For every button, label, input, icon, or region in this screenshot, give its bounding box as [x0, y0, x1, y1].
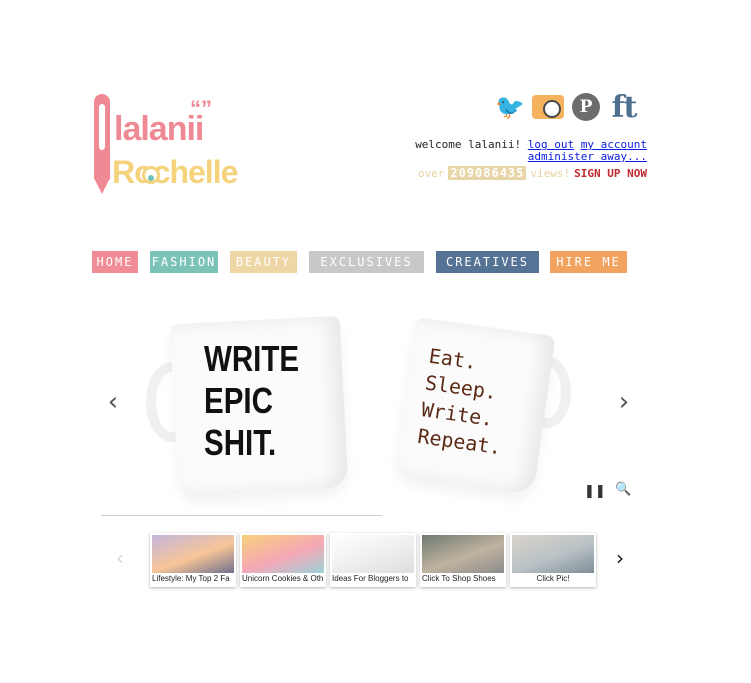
- thumb-item[interactable]: Click Pic!: [510, 533, 596, 587]
- thumb-caption: Unicorn Cookies & Oth: [242, 574, 324, 583]
- nav-creatives[interactable]: CREATIVES: [436, 251, 539, 273]
- nav-home[interactable]: HOME: [92, 251, 138, 273]
- featured-slider: ‹ › WRITE EPIC SHIT. Eat. Sleep. Write. …: [100, 300, 644, 516]
- mug-right-text: Eat. Sleep. Write. Repeat.: [416, 343, 503, 460]
- views-suffix: views!: [530, 166, 571, 180]
- facebook-tumblr-icon[interactable]: ft: [608, 90, 640, 125]
- thumb-caption: Lifestyle: My Top 2 Fa: [152, 574, 230, 583]
- thumbnail-strip: Lifestyle: My Top 2 Fa Unicorn Cookies &…: [150, 533, 598, 589]
- slider-next-button[interactable]: ›: [615, 387, 633, 417]
- thumb-image: [332, 535, 414, 573]
- thumb-item[interactable]: Click To Shop Shoes: [420, 533, 506, 587]
- nav-exclusives[interactable]: EXCLUSIVES: [309, 251, 424, 273]
- signup-link[interactable]: SIGN UP NOW: [574, 167, 647, 180]
- thumb-caption: Click To Shop Shoes: [422, 574, 496, 583]
- nav-beauty[interactable]: BEAUTY: [230, 251, 297, 273]
- camera-icon[interactable]: [532, 92, 564, 122]
- slider-progress-line: [101, 515, 382, 516]
- views-counter: over 209086435 views! SIGN UP NOW: [418, 166, 647, 180]
- slider-prev-button[interactable]: ‹: [104, 387, 122, 417]
- social-icons: 🐦 P ft: [494, 90, 640, 125]
- thumb-caption: Click Pic!: [536, 574, 570, 583]
- views-prefix: over: [417, 166, 445, 180]
- logo-quote: “”: [190, 96, 212, 121]
- pinterest-icon[interactable]: P: [570, 92, 602, 122]
- thumbs-prev-button[interactable]: ‹: [116, 546, 124, 570]
- page: lalanii “” Rochelle 🐦 P ft welcome lalan…: [0, 0, 751, 683]
- administer-link[interactable]: administer away...: [528, 150, 647, 163]
- site-logo[interactable]: lalanii “” Rochelle: [90, 92, 290, 196]
- mug-write-epic[interactable]: WRITE EPIC SHIT.: [146, 315, 349, 500]
- nav-fashion[interactable]: FASHION: [150, 251, 218, 273]
- thumb-caption: Ideas For Bloggers to: [332, 574, 409, 583]
- views-count: 209086435: [448, 166, 527, 180]
- thumb-item[interactable]: Unicorn Cookies & Oth: [240, 533, 326, 587]
- account-box: welcome lalanii! log out my account admi…: [415, 139, 647, 163]
- thumb-image: [242, 535, 324, 573]
- pen-icon: [94, 94, 110, 194]
- nav-hire-me[interactable]: HIRE ME: [550, 251, 627, 273]
- thumb-item[interactable]: Ideas For Bloggers to: [330, 533, 416, 587]
- thumb-image: [152, 535, 234, 573]
- mug-eat-sleep[interactable]: Eat. Sleep. Write. Repeat.: [394, 317, 575, 496]
- thumb-image: [422, 535, 504, 573]
- slider-zoom-button[interactable]: 🔍: [615, 482, 631, 497]
- mug-left-text: WRITE EPIC SHIT.: [204, 338, 300, 463]
- thumb-item[interactable]: Lifestyle: My Top 2 Fa: [150, 533, 236, 587]
- welcome-text: welcome lalanii!: [415, 138, 522, 151]
- slider-pause-button[interactable]: ❚❚: [584, 484, 606, 499]
- coffee-cup-icon: [142, 166, 160, 184]
- thumb-image: [512, 535, 594, 573]
- twitter-bird-icon[interactable]: 🐦: [494, 92, 526, 122]
- thumbs-next-button[interactable]: ›: [616, 546, 624, 570]
- logo-line2: Rochelle: [112, 154, 238, 190]
